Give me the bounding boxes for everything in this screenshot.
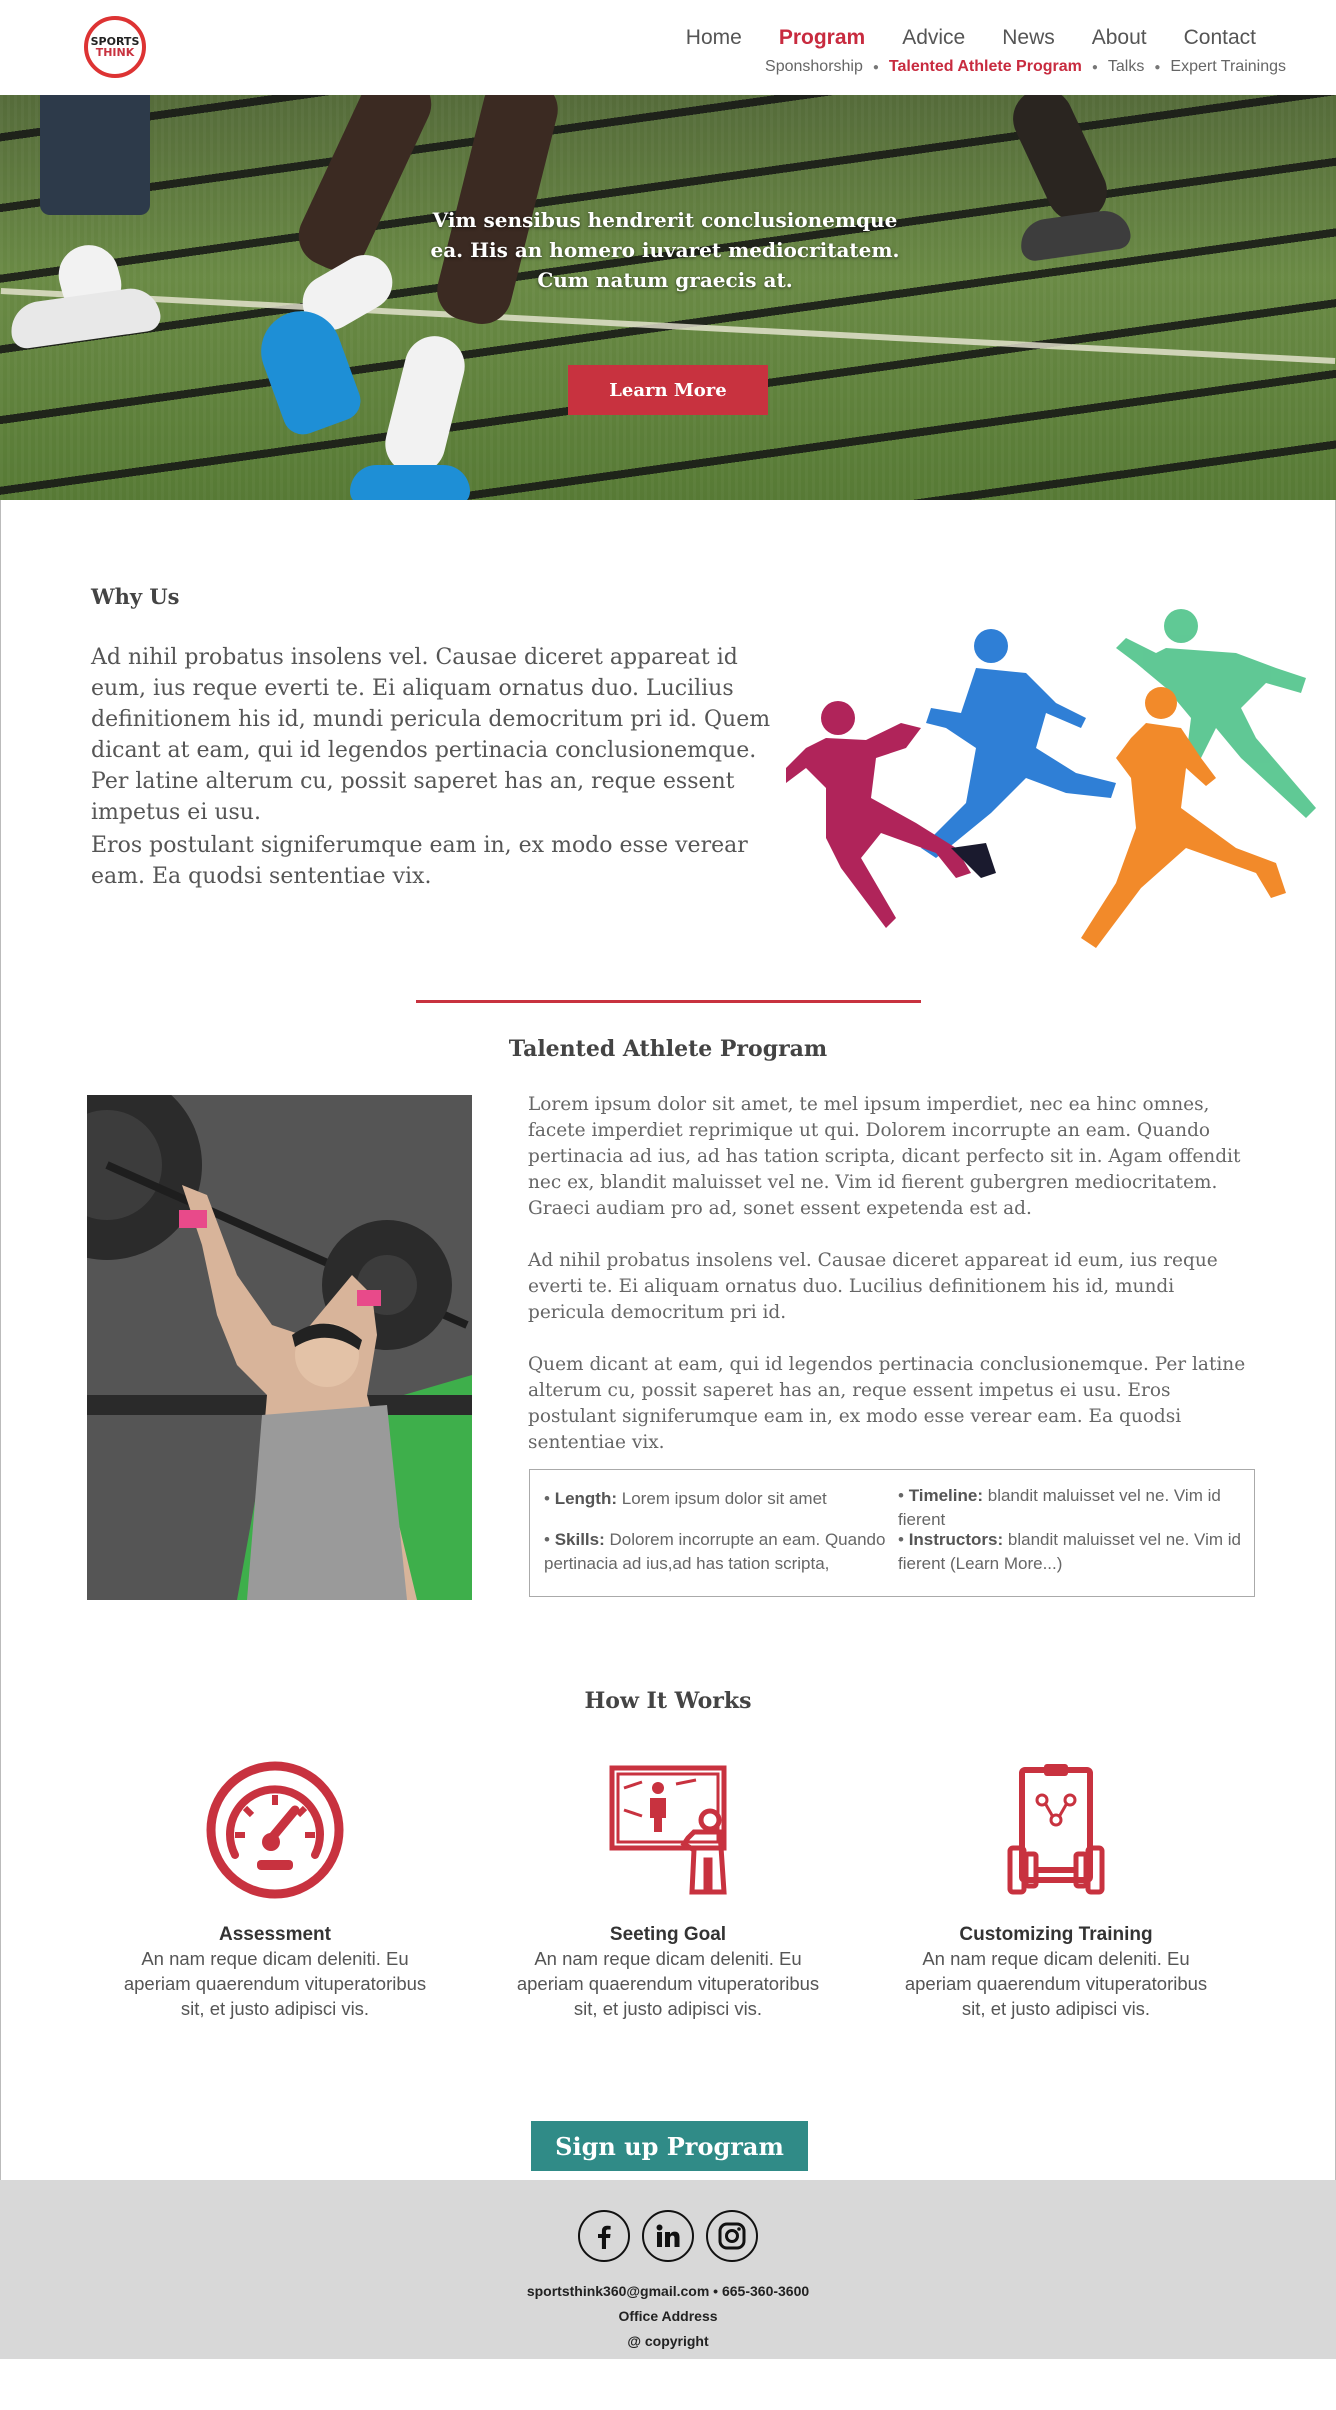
nav-news[interactable]: News [1002,26,1055,50]
talented-athlete-section: Talented Athlete Program Lorem ipsum dol… [1,1000,1335,1620]
social-links [578,2210,758,2262]
weightlifter-photo [87,1095,472,1600]
nav-program[interactable]: Program [779,26,865,50]
sub-nav: Sponshorship ● Talented Athlete Program … [765,58,1286,76]
how-it-works-title: How It Works [584,1688,752,1714]
info-length-label: Length: [554,1489,618,1508]
athlete-sock [378,329,472,481]
info-length-value: Lorem ipsum dolor sit amet [621,1489,827,1508]
step-title: Customizing Training [959,1924,1153,1945]
why-us-title: Why Us [91,584,180,609]
info-timeline: • Timeline: blandit maluisset vel ne. Vi… [898,1486,1221,1529]
step-text: An nam reque dicam deleniti. Eu aperiam … [516,1948,820,2019]
how-it-works-section: How It Works Assessment An nam reque dic… [1,1620,1335,2180]
why-us-section: Why Us Ad nihil probatus insolens vel. C… [1,500,1335,1000]
site-footer: sportsthink360@gmail.com • 665-360-3600 … [0,2180,1336,2359]
subnav-separator: ● [1154,61,1161,73]
subnav-separator: ● [1091,61,1098,73]
athlete-shorts [40,95,150,215]
athlete-leg [288,95,442,280]
subnav-talented-athlete-program[interactable]: Talented Athlete Program [889,58,1082,76]
subnav-talks[interactable]: Talks [1108,58,1144,76]
nav-home[interactable]: Home [686,26,742,50]
field-stripe [0,288,1336,364]
site-header: SPORTS THINK Home Program Advice News Ab… [0,0,1336,95]
facebook-icon[interactable] [578,2210,630,2262]
subnav-separator: ● [872,61,879,73]
info-instructors: • Instructors: blandit maluisset vel ne.… [898,1530,1241,1573]
section-divider [416,1000,921,1003]
learn-more-button[interactable]: Learn More [568,365,768,415]
instagram-icon[interactable] [706,2210,758,2262]
subnav-sponsorship[interactable]: Sponshorship [765,58,863,76]
hero-banner: Vim sensibus hendrerit conclusionemque e… [0,95,1336,500]
why-us-paragraph-1: Ad nihil probatus insolens vel. Causae d… [91,645,771,825]
linkedin-icon[interactable] [642,2210,694,2262]
athlete-shoe [1017,207,1133,263]
main-content: Why Us Ad nihil probatus insolens vel. C… [0,500,1336,2180]
step-customizing-training: Customizing Training An nam reque dicam … [891,1760,1221,2021]
subnav-expert-trainings[interactable]: Expert Trainings [1170,58,1286,76]
runners-illustration [786,609,1316,948]
step-text: An nam reque dicam deleniti. Eu aperiam … [904,1948,1208,2019]
description-paragraph: Lorem ipsum dolor sit amet, te mel ipsum… [528,1094,1241,1219]
logo-text-think: THINK [95,46,135,59]
info-length: • Length: Lorem ipsum dolor sit amet [544,1489,827,1508]
talented-athlete-description: Lorem ipsum dolor sit amet, te mel ipsum… [528,1092,1248,1482]
speedometer-icon [206,1761,344,1899]
step-text: An nam reque dicam deleniti. Eu aperiam … [123,1948,427,2019]
info-timeline-label: Timeline: [908,1486,984,1505]
step-assessment: Assessment An nam reque dicam deleniti. … [110,1760,440,2021]
clipboard-dumbbell-icon [1007,1764,1105,1895]
program-info-box: • Length: Lorem ipsum dolor sit amet • S… [529,1469,1255,1597]
info-skills-label: Skills: [554,1530,605,1549]
sign-up-program-button[interactable]: Sign up Program [531,2121,808,2171]
info-skills: • Skills: Dolorem incorrupte an eam. Qua… [544,1530,886,1573]
why-us-paragraph-2: Eros postulant signiferumque eam in, ex … [91,833,748,889]
info-instructors-label: Instructors: [908,1530,1004,1549]
nav-contact[interactable]: Contact [1184,26,1256,50]
weightlifter-image [87,1095,472,1600]
presentation-board-icon [609,1765,727,1895]
talented-athlete-title: Talented Athlete Program [508,1036,828,1062]
main-nav: Home Program Advice News About Contact [649,26,1256,50]
hero-text: Vim sensibus hendrerit conclusionemque e… [430,208,900,292]
nav-about[interactable]: About [1092,26,1147,50]
nav-advice[interactable]: Advice [902,26,965,50]
step-title: Seeting Goal [609,1924,727,1945]
athlete-blue-shoe [350,465,470,500]
footer-copyright: @ copyright [627,2333,709,2349]
footer-address: Office Address [618,2308,718,2324]
sportsthink-logo[interactable]: SPORTS THINK [84,16,146,78]
step-title: Assessment [219,1924,331,1945]
description-paragraph: Quem dicant at eam, qui id legendos pert… [528,1354,1246,1453]
description-paragraph: Ad nihil probatus insolens vel. Causae d… [528,1250,1218,1323]
footer-contact: sportsthink360@gmail.com • 665-360-3600 [526,2283,810,2299]
step-seeting-goal: Seeting Goal An nam reque dicam deleniti… [503,1760,833,2021]
